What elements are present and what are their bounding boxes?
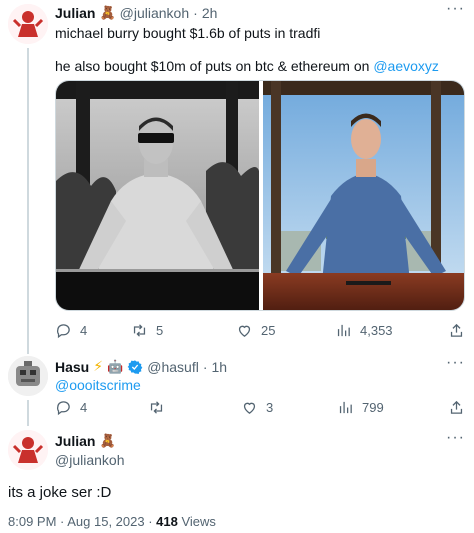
retweet-button[interactable] [148, 399, 165, 416]
avatar-image [8, 4, 48, 44]
main-tweet-text: its a joke ser :D [8, 484, 112, 501]
retweet-icon [133, 324, 146, 337]
avatar[interactable] [8, 430, 48, 470]
reply-button[interactable]: 4 [55, 322, 87, 339]
author-name[interactable]: Hasu [55, 359, 89, 375]
avatar[interactable] [8, 356, 48, 396]
views-count: 4,353 [360, 323, 393, 338]
tweet-actions: 4 3 799 [55, 399, 474, 419]
views-button[interactable]: 4,353 [335, 322, 393, 339]
tweet-text: @oooitscrime [55, 376, 141, 395]
like-count: 3 [266, 400, 274, 415]
views-count: 418 [156, 514, 178, 529]
reply-button[interactable]: 4 [55, 399, 87, 416]
reply-icon [57, 401, 70, 416]
dot-separator: · [202, 358, 208, 375]
like-icon [238, 325, 251, 337]
tweet-header: Julian 🧸 @juliankoh · 2h [55, 5, 217, 21]
tweet-header: Hasu ⚡ 🤖 @hasufl · 1h [55, 358, 227, 375]
avatar[interactable] [8, 4, 48, 44]
verified-badge-icon [127, 359, 143, 374]
share-icon [450, 400, 463, 414]
avatar-image [8, 356, 48, 396]
media-image-grid [56, 81, 464, 310]
more-icon[interactable]: ··· [446, 430, 465, 446]
tweet-text-prefix: he also bought $10m of puts on btc & eth… [55, 58, 374, 74]
timestamp[interactable]: 8:09 PM · Aug 15, 2023 · [8, 514, 156, 529]
author-name[interactable]: Julian [55, 433, 95, 449]
like-count: 25 [261, 323, 276, 338]
retweet-icon [150, 401, 163, 414]
tweet-time[interactable]: 1h [212, 359, 228, 375]
share-button[interactable] [448, 399, 465, 416]
retweet-button[interactable]: 5 [131, 322, 163, 339]
reply-count: 4 [80, 323, 88, 338]
views-label: Views [177, 514, 216, 529]
tweet-actions: 4 5 25 4,353 [55, 322, 474, 342]
media-container[interactable] [55, 80, 465, 311]
thread-line [27, 400, 29, 426]
tweet-text-line1: michael burry bought $1.6b of puts in tr… [55, 25, 321, 41]
tweet-text-line2: he also bought $10m of puts on btc & eth… [55, 57, 439, 76]
views-button[interactable]: 799 [337, 399, 384, 416]
tweet-time[interactable]: 2h [202, 5, 218, 21]
share-icon [450, 323, 463, 337]
author-handle[interactable]: @juliankoh [55, 452, 124, 468]
robot-emoji-icon: 🤖 [107, 358, 124, 374]
like-button[interactable]: 3 [241, 399, 273, 416]
reply-count: 4 [80, 400, 88, 415]
mention-link[interactable]: @oooitscrime [55, 377, 141, 393]
author-handle[interactable]: @hasufl [147, 359, 199, 375]
author-handle[interactable]: @juliankoh [120, 5, 189, 21]
author-name[interactable]: Julian [55, 5, 95, 21]
views-icon [339, 401, 352, 414]
like-icon [243, 402, 256, 414]
lightning-emoji-icon: ⚡ [93, 358, 104, 374]
more-icon[interactable]: ··· [446, 355, 465, 371]
bear-emoji-icon: 🧸 [99, 5, 116, 20]
reply-icon [57, 324, 70, 339]
views-count: 799 [362, 400, 384, 415]
retweet-count: 5 [156, 323, 164, 338]
bear-emoji-icon: 🧸 [99, 433, 116, 448]
like-button[interactable]: 25 [236, 322, 275, 339]
views-icon [337, 324, 350, 337]
avatar-image [8, 430, 48, 470]
tweet-header: Julian 🧸 [55, 433, 116, 449]
more-icon[interactable]: ··· [446, 1, 465, 17]
tweet-meta: 8:09 PM · Aug 15, 2023 · 418 Views [8, 514, 216, 529]
mention-link[interactable]: @aevoxyz [373, 58, 439, 74]
share-button[interactable] [448, 322, 465, 339]
dot-separator: · [193, 5, 198, 21]
thread-line [27, 48, 29, 354]
